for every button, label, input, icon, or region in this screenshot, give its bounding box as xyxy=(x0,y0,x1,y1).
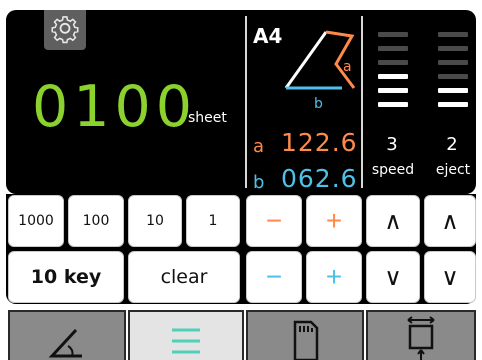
level-segment xyxy=(438,60,468,65)
eject-label: eject xyxy=(435,162,471,178)
ten-key-button[interactable]: 10 key xyxy=(8,251,124,303)
level-segment xyxy=(378,74,408,79)
menu-tab[interactable] xyxy=(128,310,244,360)
sheet-count-value: 0100 xyxy=(32,74,198,140)
fold-diagram: a b xyxy=(284,30,356,112)
gear-icon xyxy=(51,16,79,44)
fold-line xyxy=(284,31,328,89)
speed-label: speed xyxy=(371,162,415,178)
b-label: b xyxy=(253,172,265,193)
a-value: 122.6 xyxy=(281,128,358,157)
divider xyxy=(245,16,247,188)
eject-down-button[interactable]: ∨ xyxy=(424,251,476,303)
add-1000-button[interactable]: 1000 xyxy=(8,195,64,247)
clear-button[interactable]: clear xyxy=(128,251,240,303)
speed-level-meter xyxy=(378,32,408,116)
size-tab[interactable] xyxy=(366,310,476,360)
b-value: 062.6 xyxy=(281,164,358,193)
status-display: 0100 sheet A4 a b a 122.6 b 062.6 3 spee… xyxy=(6,10,476,194)
a-decrease-button[interactable]: − xyxy=(246,195,302,247)
resize-icon xyxy=(407,316,435,360)
sheet-count-unit: sheet xyxy=(188,110,227,126)
level-segment xyxy=(378,32,408,37)
level-segment xyxy=(378,46,408,51)
fold-angle-tab[interactable] xyxy=(8,310,126,360)
level-segment xyxy=(438,32,468,37)
speed-down-button[interactable]: ∨ xyxy=(366,251,420,303)
b-decrease-button[interactable]: − xyxy=(246,251,302,303)
a-increase-button[interactable]: + xyxy=(306,195,362,247)
level-segment xyxy=(438,74,468,79)
diagram-a-label: a xyxy=(343,59,352,75)
level-segment xyxy=(378,88,408,93)
level-segment xyxy=(378,60,408,65)
card-tab[interactable] xyxy=(246,310,364,360)
b-increase-button[interactable]: + xyxy=(306,251,362,303)
settings-button[interactable] xyxy=(44,10,86,50)
add-1-button[interactable]: 1 xyxy=(186,195,240,247)
sd-card-icon xyxy=(293,320,319,360)
speed-value: 3 xyxy=(386,134,398,155)
level-segment xyxy=(438,46,468,51)
sheet-counter: 0100 sheet xyxy=(32,72,227,142)
level-segment xyxy=(378,102,408,107)
a-label: a xyxy=(253,136,265,157)
speed-up-button[interactable]: ∧ xyxy=(366,195,420,247)
eject-level-meter xyxy=(438,32,468,116)
eject-value: 2 xyxy=(446,134,458,155)
angle-icon xyxy=(48,328,82,358)
level-segment xyxy=(438,88,468,93)
menu-lines-icon xyxy=(172,328,200,354)
diagram-b-label: b xyxy=(314,96,323,112)
app-frame: 0100 sheet A4 a b a 122.6 b 062.6 3 spee… xyxy=(0,0,482,360)
level-segment xyxy=(438,102,468,107)
add-100-button[interactable]: 100 xyxy=(68,195,124,247)
eject-up-button[interactable]: ∧ xyxy=(424,195,476,247)
add-10-button[interactable]: 10 xyxy=(128,195,182,247)
